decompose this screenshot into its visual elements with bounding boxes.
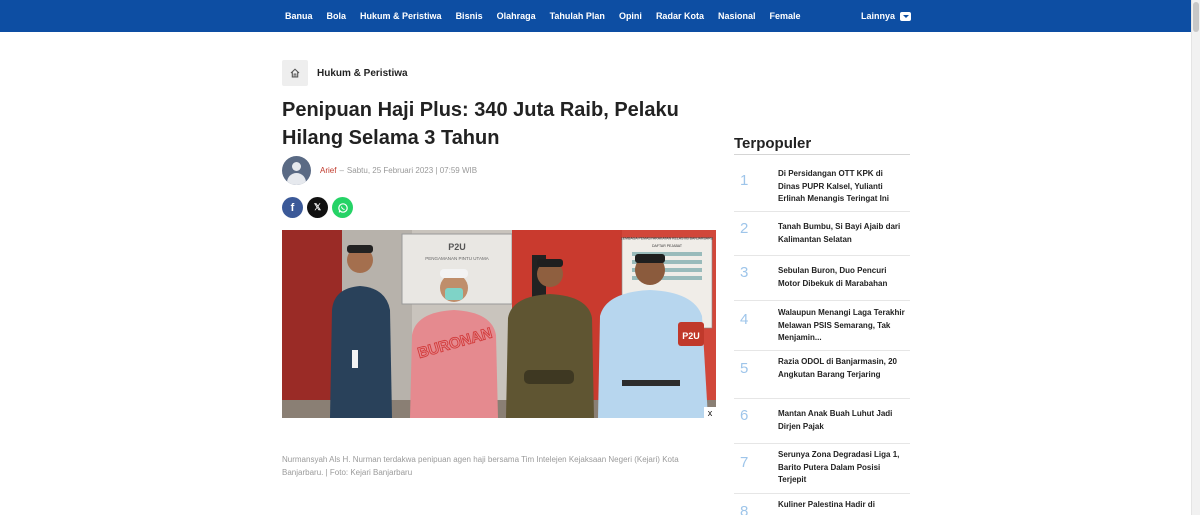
popular-section-title: Terpopuler — [734, 135, 812, 152]
popular-headline[interactable]: Kuliner Palestina Hadir di — [778, 499, 906, 512]
popular-rank: 5 — [740, 360, 749, 377]
close-ad-button[interactable]: x — [704, 407, 716, 419]
nav-item-nasional[interactable]: Nasional — [718, 11, 756, 21]
popular-item[interactable]: 4 Walaupun Menangi Laga Terakhir Melawan… — [734, 301, 910, 351]
nav-menu: Banua Bola Hukum & Peristiwa Bisnis Olah… — [285, 0, 815, 32]
popular-section-divider — [734, 154, 910, 155]
breadcrumb-home-button[interactable] — [282, 60, 308, 86]
breadcrumb: Hukum & Peristiwa — [282, 60, 408, 86]
home-icon — [290, 68, 300, 78]
nav-item-female[interactable]: Female — [769, 11, 800, 21]
popular-item[interactable]: 6 Mantan Anak Buah Luhut Jadi Dirjen Paj… — [734, 399, 910, 444]
popular-headline[interactable]: Walaupun Menangi Laga Terakhir Melawan P… — [778, 307, 906, 345]
nav-item-hukum-peristiwa[interactable]: Hukum & Peristiwa — [360, 11, 442, 21]
nav-more-dropdown[interactable]: Lainnya — [861, 0, 912, 32]
photo-sign-subtitle: PENGAMANAN PINTU UTAMA — [425, 256, 488, 261]
share-facebook-button[interactable]: f — [282, 197, 303, 218]
nav-more-label: Lainnya — [861, 11, 896, 21]
breadcrumb-category-link[interactable]: Hukum & Peristiwa — [317, 68, 408, 79]
nav-item-olahraga[interactable]: Olahraga — [497, 11, 536, 21]
popular-headline[interactable]: Di Persidangan OTT KPK di Dinas PUPR Kal… — [778, 168, 906, 206]
popular-headline[interactable]: Serunya Zona Degradasi Liga 1, Barito Pu… — [778, 449, 906, 487]
nav-item-bola[interactable]: Bola — [327, 11, 347, 21]
popular-rank: 7 — [740, 454, 749, 471]
chevron-down-icon — [900, 11, 912, 21]
share-buttons: f 𝕏 — [282, 197, 357, 218]
whatsapp-icon — [337, 202, 348, 213]
avatar-body-shape — [287, 173, 306, 185]
popular-rank: 6 — [740, 407, 749, 424]
share-whatsapp-button[interactable] — [332, 197, 353, 218]
popular-headline[interactable]: Sebulan Buron, Duo Pencuri Motor Dibekuk… — [778, 265, 906, 290]
popular-item[interactable]: 8 Kuliner Palestina Hadir di — [734, 494, 910, 515]
photo-sign-title: P2U — [448, 242, 466, 252]
byline-separator: – — [339, 166, 344, 175]
share-x-button[interactable]: 𝕏 — [307, 197, 328, 218]
photo-board-sub: DAFTAR PEJABAT — [652, 244, 683, 248]
nav-item-radar-kota[interactable]: Radar Kota — [656, 11, 704, 21]
top-navigation-bar: Banua Bola Hukum & Peristiwa Bisnis Olah… — [0, 0, 1200, 32]
nav-item-tahulah-plan[interactable]: Tahulah Plan — [550, 11, 605, 21]
photo-illustration: P2U PENGAMANAN PINTU UTAMA LEMBAGA PEMAS… — [282, 230, 716, 418]
popular-item[interactable]: 2 Tanah Bumbu, Si Bayi Ajaib dari Kalima… — [734, 212, 910, 256]
author-avatar — [282, 156, 311, 185]
article-byline: Arief – Sabtu, 25 Februari 2023 | 07:59 … — [282, 156, 477, 185]
popular-rank: 4 — [740, 311, 749, 328]
x-twitter-icon: 𝕏 — [313, 202, 322, 212]
popular-rank: 1 — [740, 172, 749, 189]
popular-item[interactable]: 7 Serunya Zona Degradasi Liga 1, Barito … — [734, 444, 910, 494]
popular-headline[interactable]: Razia ODOL di Banjarmasin, 20 Angkutan B… — [778, 356, 906, 381]
popular-headline[interactable]: Tanah Bumbu, Si Bayi Ajaib dari Kalimant… — [778, 221, 906, 246]
popular-item[interactable]: 3 Sebulan Buron, Duo Pencuri Motor Dibek… — [734, 256, 910, 301]
scrollbar-thumb[interactable] — [1193, 2, 1199, 32]
photo-caption: Nurmansyah Als H. Nurman terdakwa penipu… — [282, 455, 679, 477]
nav-item-opini[interactable]: Opini — [619, 11, 642, 21]
article-photo: P2U PENGAMANAN PINTU UTAMA LEMBAGA PEMAS… — [282, 230, 716, 418]
photo-board-text: LEMBAGA PEMASYARAKATAN KELAS IIB BANJARB… — [621, 237, 714, 241]
popular-item[interactable]: 5 Razia ODOL di Banjarmasin, 20 Angkutan… — [734, 351, 910, 399]
nav-item-bisnis[interactable]: Bisnis — [456, 11, 483, 21]
popular-rank: 8 — [740, 503, 749, 515]
popular-item[interactable]: 1 Di Persidangan OTT KPK di Dinas PUPR K… — [734, 160, 910, 212]
publish-date: Sabtu, 25 Februari 2023 | 07:59 WIB — [346, 166, 478, 175]
photo-patch-text: P2U — [682, 331, 700, 341]
author-name-link[interactable]: Arief — [320, 166, 336, 175]
article-title: Penipuan Haji Plus: 340 Juta Raib, Pelak… — [282, 99, 679, 149]
facebook-icon: f — [290, 201, 295, 214]
popular-rank: 3 — [740, 264, 749, 281]
nav-item-banua[interactable]: Banua — [285, 11, 313, 21]
popular-rank: 2 — [740, 220, 749, 237]
popular-headline[interactable]: Mantan Anak Buah Luhut Jadi Dirjen Pajak — [778, 408, 906, 433]
page-scrollbar[interactable] — [1191, 0, 1200, 515]
avatar-head-shape — [292, 162, 301, 171]
